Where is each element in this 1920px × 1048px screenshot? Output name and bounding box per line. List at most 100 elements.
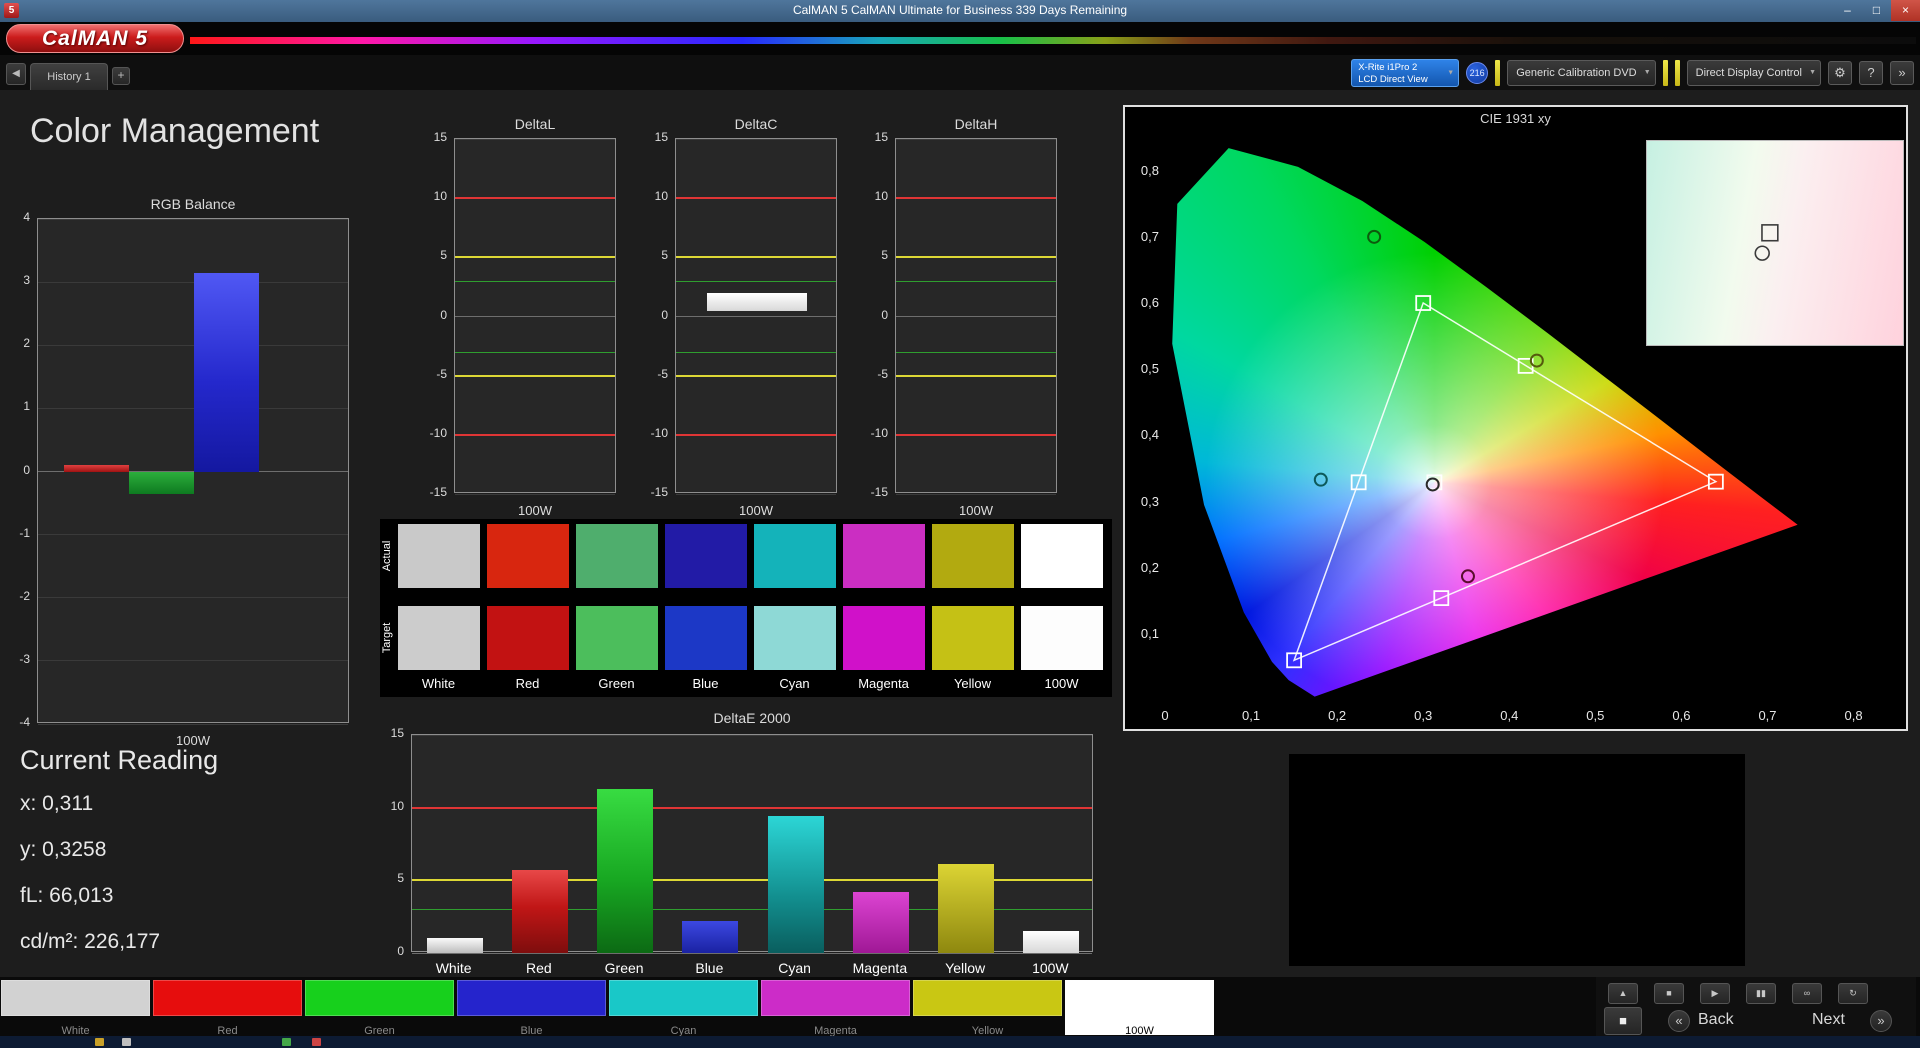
pattern-color-block <box>609 980 758 1016</box>
y-tick-label: -15 <box>429 485 447 499</box>
window-title: CalMAN 5 CalMAN Ultimate for Business 33… <box>792 3 1128 17</box>
source-dropdown[interactable]: Generic Calibration DVD ▼ <box>1507 60 1656 86</box>
add-tab-button[interactable]: + <box>112 67 130 85</box>
help-button[interactable]: ? <box>1859 61 1883 85</box>
y-tick-label: 4 <box>23 210 30 224</box>
separator-bar <box>1662 60 1668 86</box>
reference-line <box>455 351 615 353</box>
grid-line <box>676 138 836 140</box>
chart-dh-title: DeltaH <box>954 116 998 132</box>
video-preview-window <box>1289 754 1745 966</box>
next-button[interactable]: Next <box>1812 1011 1845 1029</box>
display-dropdown-label: Direct Display Control <box>1695 67 1802 79</box>
pause-button[interactable]: ▮▮ <box>1746 983 1776 1004</box>
tab-history-1[interactable]: History 1 <box>30 63 108 90</box>
meter-dropdown[interactable]: X-Rite i1Pro 2 LCD Direct View ▼ <box>1351 59 1460 87</box>
swatch-actual-green <box>576 524 658 588</box>
deltal-chart: DeltaL 15 10 5 0 -5 -10 -15 100W <box>414 116 626 526</box>
swatch-target-magenta <box>843 606 925 670</box>
white-point-zoom-inset <box>1646 140 1904 346</box>
refresh-button[interactable]: ↻ <box>1838 983 1868 1004</box>
y-tick-label: -2 <box>19 588 30 603</box>
actual-target-swatch-grid: White Red Green Blue Cyan Magenta Yellow 100W Ac… <box>380 519 1112 697</box>
y-tick-label: -5 <box>436 366 447 381</box>
pattern-button-100w[interactable]: 100W <box>1065 980 1214 1037</box>
swatch-row-label-target: Target <box>381 622 393 654</box>
stop-button[interactable]: ■ <box>1654 983 1684 1004</box>
pattern-button-cyan[interactable]: Cyan <box>609 980 758 1037</box>
taskbar-icon[interactable] <box>95 1038 104 1046</box>
taskbar-icon[interactable] <box>122 1038 131 1046</box>
pattern-button-white[interactable]: White <box>1 980 150 1037</box>
swatch-column-label: Cyan <box>779 676 810 691</box>
taskbar-icon[interactable] <box>312 1038 321 1046</box>
pattern-button-blue[interactable]: Blue <box>457 980 606 1037</box>
pattern-color-block <box>457 980 606 1016</box>
nav-back-button[interactable]: ◀ <box>6 63 26 85</box>
pattern-button-green[interactable]: Green <box>305 980 454 1037</box>
swatch-actual-white <box>398 524 480 588</box>
reference-line <box>455 197 615 200</box>
meter-line1: X-Rite i1Pro 2 <box>1358 62 1418 73</box>
y-tick-label: -5 <box>657 366 668 381</box>
category-label-Blue: Blue <box>695 960 724 976</box>
taskbar-icon[interactable] <box>282 1038 291 1046</box>
page-title: Color Management <box>30 112 320 150</box>
calman-logo: CalMAN 5 <box>6 24 184 53</box>
grid-line <box>38 344 348 346</box>
swatch-column-label: Red <box>515 676 540 691</box>
pattern-button-yellow[interactable]: Yellow <box>913 980 1062 1037</box>
y-tick-label: 10 <box>433 189 447 204</box>
cie-x-tick-label: 0,3 <box>1414 708 1433 723</box>
current-reading-title: Current Reading <box>20 745 219 775</box>
pattern-window-button[interactable]: ■ <box>1604 1007 1642 1035</box>
chart-dh-plot-area <box>895 138 1057 495</box>
bar-White <box>426 938 483 953</box>
bar-Green <box>129 471 194 494</box>
display-dropdown[interactable]: Direct Display Control ▼ <box>1686 60 1821 86</box>
grid-line <box>38 597 348 599</box>
y-tick-label: 0 <box>440 307 447 322</box>
reading-y: y: 0,3258 <box>20 838 107 861</box>
current-reading-panel: Current Reading x: 0,311 y: 0,3258 fL: 6… <box>20 745 218 976</box>
category-label-Magenta: Magenta <box>852 960 908 976</box>
back-button[interactable]: Back <box>1698 1011 1734 1029</box>
play-button[interactable]: ▶ <box>1700 983 1730 1004</box>
y-tick-label: -1 <box>19 525 30 540</box>
reference-line <box>455 433 615 436</box>
cie-y-tick-label: 0,1 <box>1140 625 1159 641</box>
advanced-panel-button[interactable]: » <box>1890 61 1914 85</box>
reference-line <box>455 256 615 259</box>
loop-button[interactable]: ∞ <box>1792 983 1822 1004</box>
category-label-Green: Green <box>604 960 644 976</box>
grid-line <box>455 316 615 317</box>
cie-y-tick-label: 0,8 <box>1140 162 1159 178</box>
y-tick-label: 15 <box>654 130 668 144</box>
reference-line <box>896 374 1056 377</box>
eject-button[interactable]: ▲ <box>1608 983 1638 1004</box>
bar-100W <box>1023 931 1080 953</box>
chart-dl-title: DeltaL <box>514 116 556 132</box>
swatch-target-red <box>487 606 569 670</box>
minimize-button[interactable]: – <box>1833 0 1862 21</box>
pattern-color-block <box>761 980 910 1016</box>
grid-line <box>455 138 615 140</box>
next-arrow-button[interactable]: » <box>1870 1010 1892 1032</box>
taskbar <box>0 1036 1920 1048</box>
bar-Red <box>64 465 129 472</box>
cie-x-tick-label: 0 <box>1161 708 1169 723</box>
pattern-button-red[interactable]: Red <box>153 980 302 1037</box>
pattern-button-magenta[interactable]: Magenta <box>761 980 910 1037</box>
close-button[interactable]: × <box>1891 0 1920 21</box>
toolbar-right-cluster: X-Rite i1Pro 2 LCD Direct View ▼ 216 Gen… <box>1351 59 1914 87</box>
settings-gear-button[interactable]: ⚙ <box>1828 61 1852 85</box>
grid-line <box>455 493 615 495</box>
back-arrow-button[interactable]: « <box>1668 1010 1690 1032</box>
chart-dc-title: DeltaC <box>734 116 778 132</box>
maximize-button[interactable]: □ <box>1862 0 1891 21</box>
grid-line <box>38 407 348 409</box>
cie-x-tick-label: 0,5 <box>1586 708 1605 723</box>
cie-x-tick-label: 0,7 <box>1758 708 1777 723</box>
y-tick-label: 0 <box>661 307 668 322</box>
reference-line <box>896 197 1056 200</box>
